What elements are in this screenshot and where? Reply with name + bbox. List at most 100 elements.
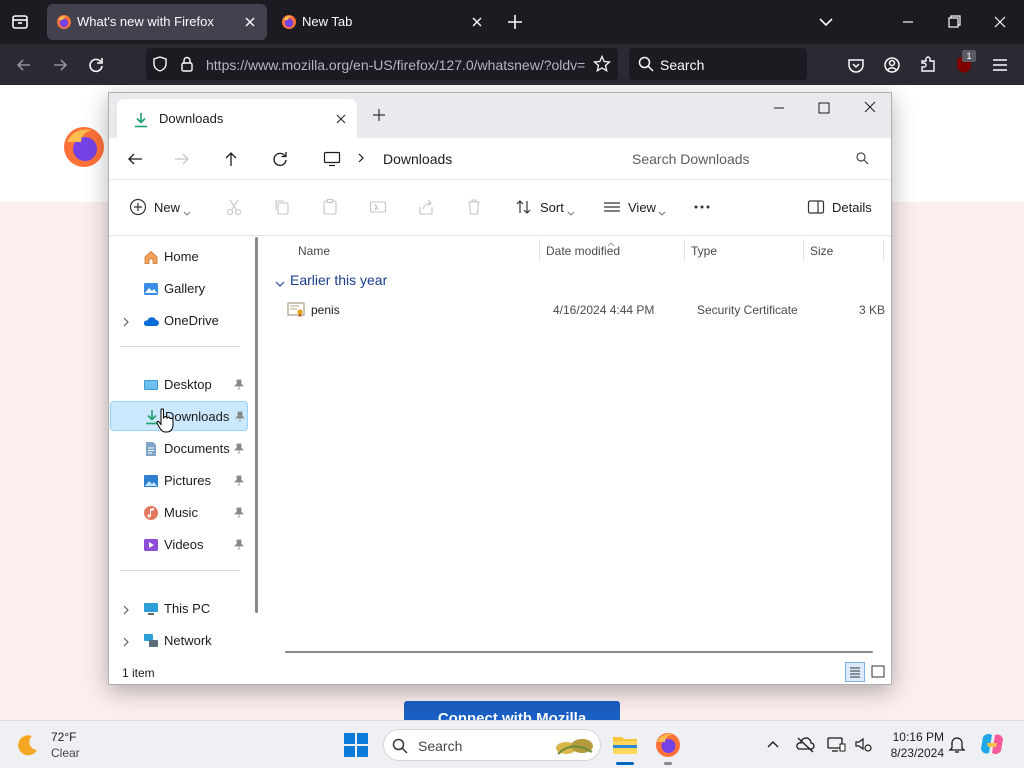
- gallery-icon: [143, 281, 159, 297]
- restore-icon[interactable]: [931, 0, 977, 44]
- reload-icon[interactable]: [83, 52, 109, 78]
- expand-chevron-icon[interactable]: [121, 316, 131, 327]
- minimize-icon[interactable]: [885, 0, 931, 44]
- windows-start-icon[interactable]: [340, 729, 372, 761]
- sidebar-item-gallery[interactable]: Gallery: [110, 274, 248, 304]
- lock-icon[interactable]: [179, 55, 195, 73]
- paste-icon[interactable]: [321, 198, 339, 216]
- cut-icon[interactable]: [225, 198, 243, 216]
- column-divider[interactable]: [684, 239, 685, 261]
- display-network-icon[interactable]: [825, 733, 847, 755]
- copy-icon[interactable]: [273, 198, 291, 216]
- column-header-type[interactable]: Type: [691, 244, 717, 258]
- column-divider[interactable]: [539, 239, 540, 261]
- sidebar-item-videos[interactable]: Videos: [110, 530, 248, 560]
- large-icons-view-icon[interactable]: [868, 662, 888, 682]
- system-clock[interactable]: 10:16 PM 8/23/2024: [880, 729, 944, 761]
- delete-trash-icon[interactable]: [465, 198, 483, 216]
- file-explorer-folder-icon[interactable]: [609, 729, 641, 761]
- weather-widget[interactable]: 72°F Clear: [16, 729, 126, 761]
- ublock-origin-icon[interactable]: 1: [951, 50, 977, 78]
- details-pane-button[interactable]: Details: [807, 194, 873, 220]
- sidebar-item-label: Home: [164, 249, 199, 264]
- table-row[interactable]: penis 4/16/2024 4:44 PM Security Certifi…: [279, 299, 887, 323]
- pin-icon: [234, 443, 244, 455]
- column-divider[interactable]: [883, 239, 884, 261]
- new-tab-plus-icon[interactable]: [371, 107, 387, 123]
- column-divider[interactable]: [803, 239, 804, 261]
- hamburger-menu-icon[interactable]: [987, 52, 1013, 78]
- rename-icon[interactable]: [369, 198, 387, 216]
- more-options-icon[interactable]: [693, 198, 711, 216]
- close-window-icon[interactable]: [847, 93, 893, 123]
- horizontal-scrollbar[interactable]: [285, 651, 873, 653]
- sort-button[interactable]: Sort: [515, 194, 579, 220]
- sidebar-item-desktop[interactable]: Desktop: [110, 370, 248, 400]
- firefox-taskbar-icon[interactable]: [652, 729, 684, 761]
- sidebar-item-this-pc[interactable]: This PC: [110, 594, 248, 624]
- close-tab-icon[interactable]: [241, 13, 259, 31]
- maximize-icon[interactable]: [801, 93, 847, 123]
- sidebar-item-pictures[interactable]: Pictures: [110, 466, 248, 496]
- expand-chevron-icon[interactable]: [121, 636, 131, 647]
- notification-bell-icon[interactable]: [946, 733, 968, 755]
- close-window-icon[interactable]: [977, 0, 1023, 44]
- sidebar-item-music[interactable]: Music: [110, 498, 248, 528]
- this-pc-monitor-icon: [323, 151, 341, 167]
- taskbar-search[interactable]: Search: [383, 729, 601, 761]
- back-arrow-icon[interactable]: [124, 148, 146, 170]
- column-header-name[interactable]: Name: [298, 244, 330, 258]
- navigation-pane-scrollbar[interactable]: [255, 237, 258, 613]
- sidebar-item-onedrive[interactable]: OneDrive: [110, 306, 248, 336]
- tab-whats-new[interactable]: What's new with Firefox: [47, 4, 267, 40]
- share-icon[interactable]: [417, 198, 435, 216]
- breadcrumb-chevron-icon[interactable]: [355, 151, 367, 165]
- refresh-icon[interactable]: [269, 148, 291, 170]
- extensions-puzzle-icon[interactable]: [915, 52, 941, 78]
- minimize-icon[interactable]: [756, 93, 802, 123]
- show-hidden-icons-chevron-icon[interactable]: [762, 733, 784, 755]
- search-downloads-input[interactable]: Search Downloads: [615, 142, 885, 174]
- breadcrumb[interactable]: Downloads: [319, 143, 609, 175]
- pin-icon: [234, 379, 244, 391]
- up-arrow-icon[interactable]: [220, 148, 242, 170]
- tab-new-tab[interactable]: New Tab: [272, 4, 494, 40]
- bookmark-star-icon[interactable]: [592, 54, 612, 73]
- expand-chevron-icon[interactable]: [121, 604, 131, 615]
- sidebar-item-downloads[interactable]: Downloads: [110, 401, 248, 431]
- column-header-size[interactable]: Size: [810, 244, 833, 258]
- pocket-icon[interactable]: [843, 52, 869, 78]
- tab-title: What's new with Firefox: [77, 14, 214, 29]
- details-view-icon[interactable]: [845, 662, 865, 682]
- windows-taskbar: 72°F Clear Search 10:16 PM 8/23/2024: [0, 720, 1024, 768]
- shield-icon[interactable]: [151, 55, 169, 73]
- onedrive-offline-icon[interactable]: [794, 733, 816, 755]
- forward-arrow-icon[interactable]: [47, 52, 73, 78]
- search-icon: [638, 56, 654, 72]
- firefox-view-icon[interactable]: [8, 10, 32, 34]
- new-button[interactable]: New: [129, 194, 195, 220]
- explorer-tab-downloads[interactable]: Downloads: [117, 99, 357, 138]
- close-tab-icon[interactable]: [468, 13, 486, 31]
- list-all-tabs-chevron-icon[interactable]: [814, 10, 838, 34]
- web-search-bar[interactable]: Search: [629, 48, 807, 80]
- forward-arrow-icon[interactable]: [171, 148, 193, 170]
- copilot-icon[interactable]: [977, 729, 1007, 759]
- new-tab-plus-icon[interactable]: [503, 10, 527, 34]
- search-placeholder: Search Downloads: [632, 151, 750, 167]
- home-icon: [143, 249, 159, 265]
- collapse-chevron-icon[interactable]: [275, 276, 285, 287]
- volume-settings-icon[interactable]: [852, 733, 874, 755]
- sidebar-item-home[interactable]: Home: [110, 242, 248, 272]
- close-tab-icon[interactable]: [333, 111, 349, 127]
- sidebar-item-documents[interactable]: Documents: [110, 434, 248, 464]
- url-bar[interactable]: https://www.mozilla.org/en-US/firefox/12…: [146, 48, 618, 80]
- breadcrumb-current[interactable]: Downloads: [383, 151, 452, 167]
- sidebar-item-label: Downloads: [165, 409, 230, 424]
- view-button[interactable]: View: [603, 194, 669, 220]
- search-icon: [855, 151, 869, 165]
- back-arrow-icon[interactable]: [11, 52, 37, 78]
- sidebar-item-network[interactable]: Network: [110, 626, 248, 656]
- account-icon[interactable]: [879, 52, 905, 78]
- firefox-logo-icon: [281, 14, 297, 30]
